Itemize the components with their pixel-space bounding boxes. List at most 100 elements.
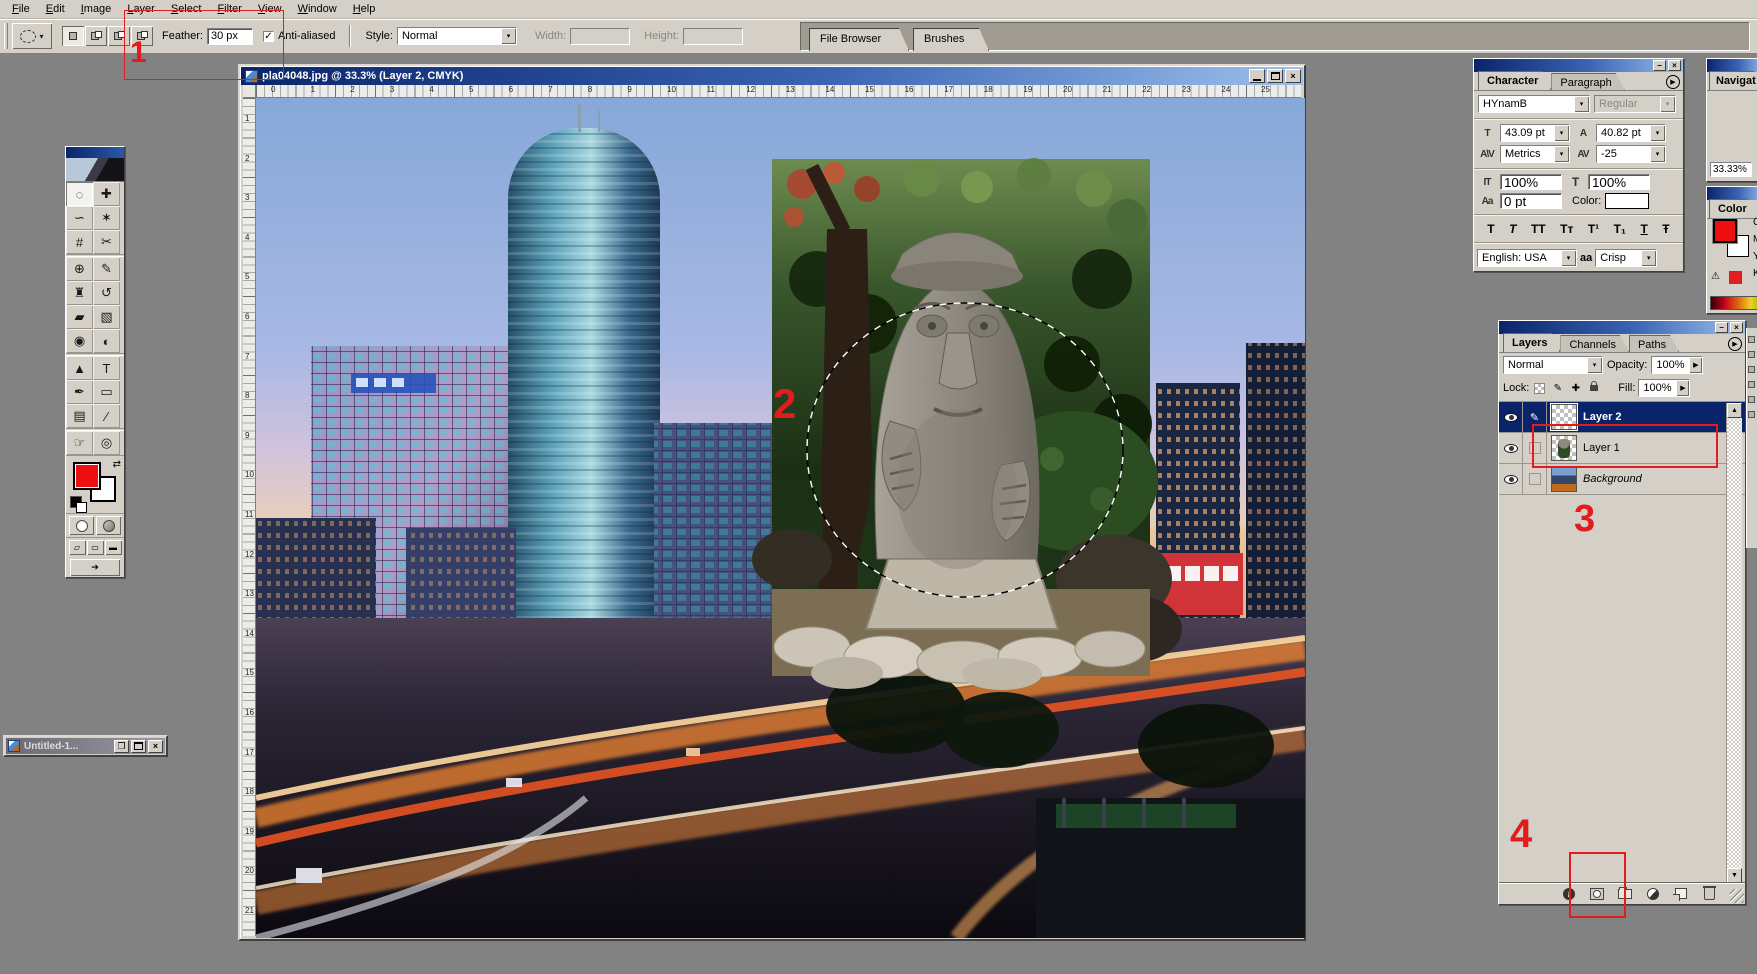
tool-healing-brush[interactable]: ⊕: [66, 257, 93, 281]
minimized-titlebar[interactable]: Untitled-1... ❐ ×: [6, 738, 165, 754]
menu-view[interactable]: View: [250, 1, 290, 17]
opacity-field[interactable]: 100% ▶: [1651, 356, 1703, 374]
standard-screen-button[interactable]: ▱: [69, 540, 86, 555]
minimized-document[interactable]: Untitled-1... ❐ ×: [3, 735, 168, 757]
feather-input[interactable]: [207, 28, 253, 45]
faux-bold-button[interactable]: T: [1487, 222, 1494, 236]
scroll-down-button[interactable]: ▼: [1727, 868, 1742, 883]
options-bar-grip[interactable]: [4, 23, 8, 49]
layer-thumbnail-statue[interactable]: [1551, 435, 1577, 461]
jump-to-imageready-button[interactable]: ➔: [70, 559, 120, 576]
character-palette-titlebar[interactable]: − ×: [1474, 59, 1683, 72]
selection-mode-add-button[interactable]: [85, 26, 107, 46]
close-button[interactable]: ×: [1668, 60, 1681, 71]
tab-paragraph[interactable]: Paragraph: [1551, 73, 1624, 90]
tool-marquee[interactable]: ◌: [66, 182, 93, 206]
menu-image[interactable]: Image: [73, 1, 120, 17]
palette-menu-icon[interactable]: ▶: [1666, 75, 1680, 89]
link-indicator[interactable]: [1523, 433, 1547, 464]
tool-blur[interactable]: ◉: [66, 329, 93, 353]
scroll-up-button[interactable]: ▲: [1727, 403, 1742, 418]
tool-pen[interactable]: ✒: [66, 380, 93, 404]
link-indicator[interactable]: [1523, 464, 1547, 495]
palette-menu-icon[interactable]: ▶: [1728, 337, 1742, 351]
tool-crop[interactable]: #: [66, 230, 93, 254]
tool-shape[interactable]: ▭: [93, 380, 120, 404]
resize-grip[interactable]: [1730, 889, 1744, 903]
menu-window[interactable]: Window: [290, 1, 345, 17]
tracking-dropdown[interactable]: -25 ▾: [1596, 145, 1666, 163]
tab-character[interactable]: Character: [1478, 71, 1551, 90]
layer-row-background[interactable]: Background: [1499, 464, 1745, 495]
tab-paths[interactable]: Paths: [1629, 335, 1679, 352]
tool-history-brush[interactable]: ↺: [93, 281, 120, 305]
chevron-down-icon[interactable]: ▾: [1561, 250, 1576, 266]
current-tool-button[interactable]: ▾: [12, 23, 52, 49]
navigator-titlebar[interactable]: [1707, 59, 1757, 72]
layer-name[interactable]: Layer 1: [1583, 442, 1620, 454]
menu-select[interactable]: Select: [163, 1, 210, 17]
visibility-toggle[interactable]: [1499, 433, 1523, 464]
foreground-color-swatch[interactable]: [73, 462, 101, 490]
menu-edit[interactable]: Edit: [38, 1, 73, 17]
layer-thumbnail-transparent[interactable]: [1551, 404, 1577, 430]
fullscreen-button[interactable]: ▬: [105, 540, 122, 555]
standard-mode-button[interactable]: [69, 516, 94, 535]
small-caps-button[interactable]: Tᴛ: [1560, 222, 1573, 236]
close-button[interactable]: ×: [148, 740, 163, 753]
foreground-color-swatch[interactable]: [1713, 219, 1737, 243]
tool-hand[interactable]: ☞: [66, 431, 93, 455]
restore-button[interactable]: ❐: [114, 740, 129, 753]
chevron-down-icon[interactable]: ▾: [1641, 250, 1656, 266]
minimize-button[interactable]: [1249, 69, 1265, 83]
fullscreen-menu-button[interactable]: ▭: [87, 540, 104, 555]
lock-transparency-icon[interactable]: [1532, 381, 1547, 395]
tab-file-browser[interactable]: File Browser: [809, 28, 909, 51]
kerning-dropdown[interactable]: Metrics ▾: [1500, 145, 1570, 163]
lock-pixels-icon[interactable]: ✎: [1550, 381, 1565, 395]
navigator-zoom-value[interactable]: 33.33%: [1710, 162, 1752, 177]
minimize-button[interactable]: −: [1715, 322, 1728, 333]
adjustment-layer-button[interactable]: [1645, 887, 1661, 901]
color-titlebar[interactable]: [1707, 187, 1757, 200]
selection-mode-subtract-button[interactable]: [108, 26, 130, 46]
add-layer-style-button[interactable]: f: [1561, 887, 1577, 901]
tool-zoom[interactable]: ◎: [93, 431, 120, 455]
fill-field[interactable]: 100% ▶: [1638, 379, 1690, 397]
maximize-button[interactable]: [1267, 69, 1283, 83]
tool-lasso[interactable]: ∽: [66, 206, 93, 230]
layers-titlebar[interactable]: − ×: [1499, 321, 1745, 334]
anti-alias-dropdown[interactable]: Crisp ▾: [1595, 249, 1657, 267]
lock-all-icon[interactable]: [1586, 381, 1601, 395]
tool-path-selection[interactable]: ▲: [66, 356, 93, 380]
layer-name[interactable]: Layer 2: [1583, 411, 1622, 423]
toolbox-titlebar[interactable]: [66, 147, 124, 158]
chevron-down-icon[interactable]: ▾: [1554, 146, 1569, 162]
slider-arrow-icon[interactable]: ▶: [1689, 357, 1702, 373]
chevron-down-icon[interactable]: ▾: [501, 28, 516, 44]
default-colors-icon[interactable]: [70, 496, 82, 508]
font-size-dropdown[interactable]: 43.09 pt ▾: [1500, 124, 1570, 142]
canvas[interactable]: [256, 98, 1305, 938]
layer-thumbnail-city[interactable]: [1551, 466, 1577, 492]
tool-gradient[interactable]: ▧: [93, 305, 120, 329]
style-dropdown[interactable]: Normal ▾: [397, 27, 517, 45]
strikethrough-button[interactable]: Ŧ: [1662, 222, 1669, 236]
visibility-toggle[interactable]: [1499, 464, 1523, 495]
underline-button[interactable]: T: [1640, 222, 1647, 236]
new-layer-set-button[interactable]: [1617, 887, 1633, 901]
leading-dropdown[interactable]: 40.82 pt ▾: [1596, 124, 1666, 142]
lock-position-icon[interactable]: ✚: [1568, 381, 1583, 395]
all-caps-button[interactable]: TT: [1531, 222, 1546, 236]
vertical-scale-input[interactable]: [1500, 174, 1562, 190]
chevron-down-icon[interactable]: ▾: [1587, 357, 1602, 373]
tab-navigator[interactable]: Navigat: [1709, 71, 1757, 90]
tool-move[interactable]: ✚: [93, 182, 120, 206]
tool-slice[interactable]: ✂: [93, 230, 120, 254]
chevron-down-icon[interactable]: ▾: [1554, 125, 1569, 141]
quick-mask-mode-button[interactable]: [96, 516, 121, 535]
language-dropdown[interactable]: English: USA ▾: [1477, 249, 1577, 267]
anti-aliased-checkbox[interactable]: ✓: [263, 31, 274, 42]
layer-row-layer1[interactable]: Layer 1: [1499, 433, 1745, 464]
tool-type[interactable]: T: [93, 356, 120, 380]
